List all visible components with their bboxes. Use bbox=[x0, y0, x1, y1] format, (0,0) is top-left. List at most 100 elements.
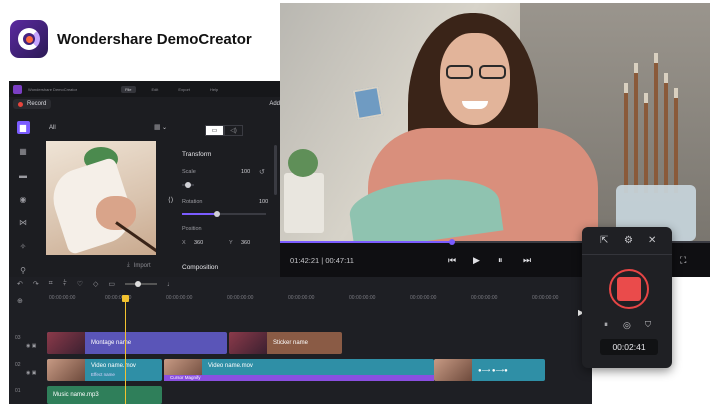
ruler-label: 00:00:00:00 bbox=[471, 295, 498, 301]
mic-icon[interactable]: ♩ bbox=[167, 281, 174, 288]
audio-tab-icon[interactable]: ◁) bbox=[224, 125, 243, 136]
video-tab-icon[interactable]: ▭ bbox=[205, 125, 224, 136]
reset-icon[interactable]: ↺ bbox=[259, 168, 265, 176]
shield-icon[interactable]: ◇ bbox=[93, 280, 98, 288]
recorder-secondary-controls: ⏸ ◎ ⛉ bbox=[582, 319, 672, 331]
redo-icon[interactable]: ↷ bbox=[33, 280, 39, 288]
track-number: 02 bbox=[15, 362, 21, 368]
composition-title: Composition bbox=[182, 264, 219, 271]
editor-window: Wondershare DemoCreator File Edit Export… bbox=[9, 81, 592, 404]
sticker-clip-label: Sticker name bbox=[273, 340, 309, 346]
time-readout: 01:42:21 | 00:47:11 bbox=[290, 255, 354, 265]
ruler-label: 00:00:00:00 bbox=[532, 295, 559, 301]
app-logo-icon bbox=[13, 84, 22, 94]
track-visibility-icon[interactable]: ◉ ▣ bbox=[26, 343, 36, 349]
skip-forward-icon[interactable]: ⏭ bbox=[523, 255, 531, 266]
add-button[interactable]: Add bbox=[269, 101, 280, 107]
media-thumbnail[interactable] bbox=[46, 141, 156, 255]
media-filter-select[interactable]: All bbox=[49, 125, 56, 131]
menu-file[interactable]: File bbox=[121, 85, 136, 93]
current-time: 01:42:21 bbox=[290, 255, 320, 265]
scale-slider-knob[interactable] bbox=[185, 182, 191, 188]
menu-bar: File Edit Export Help bbox=[121, 85, 222, 93]
record-button[interactable]: Record bbox=[13, 99, 52, 109]
undo-icon[interactable]: ↶ bbox=[17, 280, 23, 288]
recording-timer: 00:02:41 bbox=[600, 339, 658, 355]
scale-value[interactable]: 100 bbox=[241, 169, 250, 175]
screenshot-icon[interactable]: ◎ bbox=[623, 319, 631, 331]
rotation-label: Rotation bbox=[182, 199, 203, 205]
pause-icon[interactable]: ⏸ bbox=[498, 255, 503, 266]
import-button[interactable]: ⤓ Import bbox=[127, 262, 151, 269]
stop-square-icon bbox=[617, 277, 641, 301]
sticker-clip[interactable]: Sticker name bbox=[229, 332, 342, 354]
split-icon[interactable]: ⫩ bbox=[63, 280, 67, 288]
properties-panel: ▭ ◁) Transform Scale 100 ↺ Rotation 100 … bbox=[167, 123, 284, 278]
record-label: Record bbox=[27, 101, 47, 107]
add-track-icon[interactable]: ⊕ bbox=[17, 297, 23, 305]
record-dot-icon bbox=[18, 101, 23, 107]
crop-icon[interactable]: ⌗ bbox=[49, 280, 53, 288]
rotation-value[interactable]: 100 bbox=[259, 199, 268, 205]
effect-icon[interactable]: ✧ bbox=[17, 240, 30, 253]
stop-record-button[interactable] bbox=[609, 269, 649, 309]
external-link-icon[interactable]: ⇱ bbox=[600, 235, 608, 247]
ruler-label: 00:00:00:00 bbox=[227, 295, 254, 301]
ruler-label: 00:00:00:00 bbox=[49, 295, 76, 301]
rotation-slider[interactable] bbox=[182, 211, 266, 217]
gear-icon[interactable]: ⚙ bbox=[624, 235, 633, 247]
position-label: Position bbox=[182, 226, 202, 232]
play-icon[interactable]: ▶ bbox=[473, 255, 480, 266]
zoom-slider[interactable] bbox=[125, 281, 158, 287]
grid-view-icon[interactable]: ▦ bbox=[154, 123, 161, 131]
track-visibility-icon[interactable]: ◉ ▣ bbox=[26, 370, 36, 376]
menu-export[interactable]: Export bbox=[174, 86, 194, 93]
pause-record-icon[interactable]: ⏸ bbox=[604, 319, 608, 331]
transition-icon[interactable]: ⋈ bbox=[17, 216, 30, 229]
sticker-icon[interactable]: ◉ bbox=[17, 193, 30, 206]
timeline-toolbar: ↶ ↷ ⌗ ⫩ ♡ ◇ ▭ ♩ bbox=[9, 277, 592, 291]
marker-icon[interactable]: ♡ bbox=[77, 280, 83, 288]
pin-icon[interactable]: ⚲ bbox=[17, 264, 30, 277]
brand-header: Wondershare DemoCreator bbox=[10, 20, 252, 58]
scale-slider[interactable] bbox=[182, 182, 194, 188]
pos-y-value[interactable]: 360 bbox=[241, 240, 250, 246]
video-clip-3[interactable]: ●⟶ ●⟶● bbox=[434, 359, 545, 381]
menu-help[interactable]: Help bbox=[206, 86, 222, 93]
music-clip[interactable]: Music name.mp3 bbox=[47, 386, 162, 404]
video-clip-2-label: Video name.mov bbox=[208, 363, 253, 369]
recorder-widget: ⇱ ⚙ ✕ ⏸ ◎ ⛉ 00:02:41 bbox=[582, 227, 672, 368]
pos-x-value[interactable]: 360 bbox=[194, 240, 203, 246]
media-header: All ⌄ bbox=[49, 124, 167, 132]
video-clip-1[interactable]: Video name.mov Effect name bbox=[47, 359, 162, 381]
track-number: 01 bbox=[15, 388, 21, 394]
brand-name: Wondershare DemoCreator bbox=[57, 30, 252, 48]
folder-icon[interactable]: ▆ bbox=[16, 121, 30, 134]
caption-tool-icon[interactable]: ▭ bbox=[108, 280, 115, 288]
properties-scrollbar[interactable] bbox=[274, 145, 277, 195]
total-time: 00:47:11 bbox=[325, 255, 354, 265]
keyframe-arrows-icon[interactable]: ●⟶ ●⟶● bbox=[472, 367, 508, 374]
timeline: ↶ ↷ ⌗ ⫩ ♡ ◇ ▭ ♩ ⊕ 00:00:00:00 00:00:00:0… bbox=[9, 277, 592, 404]
caption-icon[interactable]: ▬ bbox=[17, 169, 30, 182]
skip-back-icon[interactable]: ⏮ bbox=[448, 255, 456, 266]
side-rail: ▆ ▦ ▬ ◉ ⋈ ✧ ⚲ bbox=[9, 117, 37, 277]
montage-clip[interactable]: Montage name bbox=[47, 332, 227, 354]
video-clip-1-label: Video name.mov bbox=[91, 363, 136, 369]
recorder-divider bbox=[582, 254, 672, 255]
editor-toolbar: Record Add bbox=[9, 97, 284, 111]
editor-app-name: Wondershare DemoCreator bbox=[28, 86, 78, 92]
editor-title-bar: Wondershare DemoCreator File Edit Export… bbox=[9, 81, 284, 97]
ruler-label: 00:00:00:00 bbox=[410, 295, 437, 301]
shield-icon[interactable]: ⛉ bbox=[645, 319, 651, 331]
cursor-effect-bar[interactable]: Cursor Magnify bbox=[164, 375, 434, 381]
template-icon[interactable]: ▦ bbox=[17, 145, 30, 158]
menu-edit[interactable]: Edit bbox=[148, 86, 163, 93]
ruler-label: 00:00:00:00 bbox=[166, 295, 193, 301]
close-icon[interactable]: ✕ bbox=[648, 235, 656, 247]
fullscreen-icon[interactable]: ⛶ bbox=[680, 255, 686, 266]
rotation-slider-knob[interactable] bbox=[214, 211, 220, 217]
playhead[interactable] bbox=[122, 295, 129, 404]
import-label: Import bbox=[133, 262, 151, 269]
scale-label: Scale bbox=[182, 169, 196, 175]
